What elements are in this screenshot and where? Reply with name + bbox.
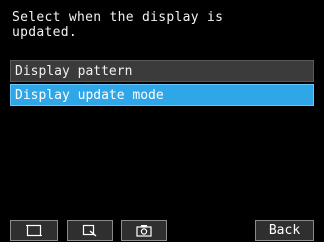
frame-icon xyxy=(26,224,42,237)
menu-item-display-pattern[interactable]: Display pattern xyxy=(10,60,314,82)
device-screen: Select when the display is updated. Disp… xyxy=(0,0,324,242)
camera-icon xyxy=(136,224,152,237)
back-button[interactable]: Back xyxy=(255,220,314,241)
capture-button[interactable] xyxy=(121,220,167,241)
menu-item-label: Display update mode xyxy=(15,88,164,103)
bottom-toolbar: Back xyxy=(0,219,324,242)
frame-button[interactable] xyxy=(10,220,58,241)
menu-item-label: Display pattern xyxy=(15,64,133,79)
zoom-icon xyxy=(82,224,98,237)
options-menu: Display pattern Display update mode xyxy=(10,60,314,108)
zoom-button[interactable] xyxy=(67,220,113,241)
instruction-text: Select when the display is updated. xyxy=(12,10,224,40)
menu-item-display-update-mode[interactable]: Display update mode xyxy=(10,84,314,106)
